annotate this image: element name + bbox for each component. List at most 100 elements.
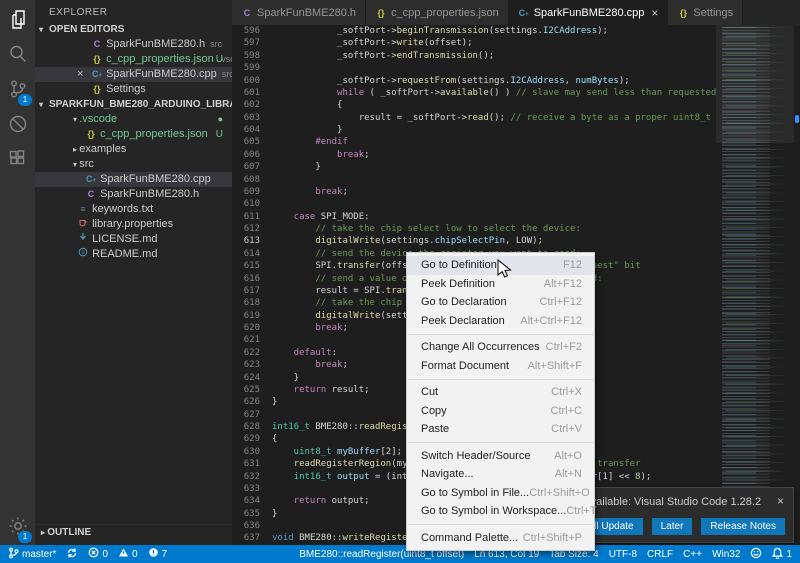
line-number[interactable]: 610 <box>232 198 260 210</box>
code-line-600[interactable]: 600 _softPort->requestFrom(settings.I2CA… <box>232 75 716 87</box>
menu-item-switch-header-source[interactable]: Switch Header/SourceAlt+O <box>407 447 594 466</box>
menu-item-go-to-definition[interactable]: Go to DefinitionF12 <box>407 256 594 275</box>
status-notifications-bell[interactable]: 1 <box>772 547 792 562</box>
line-number[interactable]: 609 <box>232 186 260 198</box>
line-number[interactable]: 613 <box>232 235 260 247</box>
code-line-608[interactable]: 608 <box>232 174 716 186</box>
section-header-open-editors[interactable]: ▾OPEN EDITORS <box>35 22 232 37</box>
line-number[interactable]: 612 <box>232 223 260 235</box>
status-language-mode[interactable]: C++ <box>683 549 702 560</box>
tree-item-keywords-txt[interactable]: ≡ keywords.txt <box>35 202 232 217</box>
line-number[interactable]: 623 <box>232 359 260 371</box>
code-line-607[interactable]: 607 } <box>232 161 716 173</box>
line-number[interactable]: 618 <box>232 297 260 309</box>
activitybar-search[interactable] <box>0 38 35 73</box>
line-number[interactable]: 633 <box>232 483 260 495</box>
tab-c-cpp-properties-json[interactable]: {}c_cpp_properties.json <box>366 0 509 25</box>
line-number[interactable]: 632 <box>232 471 260 483</box>
tab-sparkfunbme280-h[interactable]: CSparkFunBME280.h <box>232 0 366 25</box>
line-number[interactable]: 611 <box>232 211 260 223</box>
line-number[interactable]: 630 <box>232 446 260 458</box>
tree-item-src[interactable]: ▾ src <box>35 157 232 172</box>
release-notes-button[interactable]: Release Notes <box>701 518 785 535</box>
status-git-branch-status[interactable]: master* <box>8 547 56 562</box>
code-line-610[interactable]: 610 <box>232 198 716 210</box>
line-number[interactable]: 620 <box>232 322 260 334</box>
line-number[interactable]: 597 <box>232 37 260 49</box>
tree-item--vscode[interactable]: ▾ .vscode● <box>35 112 232 127</box>
status-errors-count[interactable]: 0 <box>88 547 108 561</box>
line-number[interactable]: 631 <box>232 458 260 470</box>
open-editor-sparkfunbme280-cpp[interactable]: ×C+ SparkFunBME280.cppsrc <box>35 67 232 82</box>
tree-item-sparkfunbme280-cpp[interactable]: C+ SparkFunBME280.cpp <box>35 172 232 187</box>
close-icon[interactable]: × <box>777 494 784 508</box>
code-line-597[interactable]: 597 _softPort->write(offset); <box>232 37 716 49</box>
open-editor-settings[interactable]: {} Settings <box>35 82 232 97</box>
line-number[interactable]: 629 <box>232 433 260 445</box>
status-info-count[interactable]: 7 <box>148 547 168 561</box>
status-encoding[interactable]: UTF-8 <box>609 549 637 560</box>
code-line-613[interactable]: 613 digitalWrite(settings.chipSelectPin,… <box>232 235 716 247</box>
tree-item-c-cpp-properties-json[interactable]: {} c_cpp_properties.jsonU <box>35 127 232 142</box>
menu-item-go-to-symbol-in-workspace-[interactable]: Go to Symbol in Workspace...Ctrl+T <box>407 502 594 521</box>
line-number[interactable]: 627 <box>232 409 260 421</box>
code-line-605[interactable]: 605 #endif <box>232 136 716 148</box>
line-number[interactable]: 635 <box>232 508 260 520</box>
tab-sparkfunbme280-cpp[interactable]: C+SparkFunBME280.cpp× <box>509 0 669 25</box>
menu-item-cut[interactable]: CutCtrl+X <box>407 383 594 402</box>
tree-item-license-md[interactable]: LICENSE.md <box>35 232 232 247</box>
tree-item-sparkfunbme280-h[interactable]: C SparkFunBME280.h <box>35 187 232 202</box>
line-number[interactable]: 637 <box>232 532 260 544</box>
activitybar-explorer[interactable] <box>0 3 35 38</box>
activitybar-extensions[interactable] <box>0 143 35 178</box>
close-icon[interactable]: × <box>651 6 658 20</box>
status-platform[interactable]: Win32 <box>712 549 740 560</box>
code-line-612[interactable]: 612 // take the chip select low to selec… <box>232 223 716 235</box>
line-number[interactable]: 634 <box>232 495 260 507</box>
line-number[interactable]: 600 <box>232 75 260 87</box>
code-line-601[interactable]: 601 while ( _softPort->available() ) // … <box>232 87 716 99</box>
tree-item-examples[interactable]: ▸ examples <box>35 142 232 157</box>
line-number[interactable]: 601 <box>232 87 260 99</box>
line-number[interactable]: 614 <box>232 248 260 260</box>
minimap[interactable] <box>716 25 794 545</box>
code-line-599[interactable]: 599 <box>232 62 716 74</box>
line-number[interactable]: 626 <box>232 396 260 408</box>
line-number[interactable]: 606 <box>232 149 260 161</box>
line-number[interactable]: 628 <box>232 421 260 433</box>
code-line-606[interactable]: 606 break; <box>232 149 716 161</box>
line-number[interactable]: 608 <box>232 174 260 186</box>
line-number[interactable]: 622 <box>232 347 260 359</box>
activitybar-manage[interactable]: 1 <box>0 510 35 545</box>
menu-item-copy[interactable]: CopyCtrl+C <box>407 402 594 421</box>
line-number[interactable]: 617 <box>232 285 260 297</box>
code-line-609[interactable]: 609 break; <box>232 186 716 198</box>
later-button[interactable]: Later <box>652 518 693 535</box>
section-header-sparkfun-bme280-arduino-library[interactable]: ▾SPARKFUN_BME280_ARDUINO_LIBRARY <box>35 97 232 112</box>
code-line-598[interactable]: 598 _softPort->endTransmission(); <box>232 50 716 62</box>
open-editor-c-cpp-properties-json[interactable]: {} c_cpp_properties.json.vscodeU <box>35 52 232 67</box>
menu-item-format-document[interactable]: Format DocumentAlt+Shift+F <box>407 357 594 376</box>
menu-item-command-palette-[interactable]: Command Palette...Ctrl+Shift+P <box>407 529 594 548</box>
line-number[interactable]: 598 <box>232 50 260 62</box>
line-number[interactable]: 603 <box>232 112 260 124</box>
status-sync-status[interactable] <box>66 547 78 562</box>
status-warnings-count[interactable]: 0 <box>118 547 138 561</box>
status-eol[interactable]: CRLF <box>647 549 673 560</box>
line-number[interactable]: 621 <box>232 334 260 346</box>
activitybar-source-control[interactable]: 1 <box>0 73 35 108</box>
code-line-604[interactable]: 604 } <box>232 124 716 136</box>
line-number[interactable]: 636 <box>232 520 260 532</box>
line-number[interactable]: 624 <box>232 372 260 384</box>
menu-item-change-all-occurrences[interactable]: Change All OccurrencesCtrl+F2 <box>407 338 594 357</box>
tree-item-readme-md[interactable]: README.md <box>35 247 232 262</box>
menu-item-paste[interactable]: PasteCtrl+V <box>407 420 594 439</box>
menu-item-go-to-declaration[interactable]: Go to DeclarationCtrl+F12 <box>407 293 594 312</box>
line-number[interactable]: 602 <box>232 99 260 111</box>
code-line-596[interactable]: 596 _softPort->beginTransmission(setting… <box>232 25 716 37</box>
line-number[interactable]: 607 <box>232 161 260 173</box>
code-line-602[interactable]: 602 { <box>232 99 716 111</box>
line-number[interactable]: 625 <box>232 384 260 396</box>
line-number[interactable]: 619 <box>232 310 260 322</box>
line-number[interactable]: 615 <box>232 260 260 272</box>
